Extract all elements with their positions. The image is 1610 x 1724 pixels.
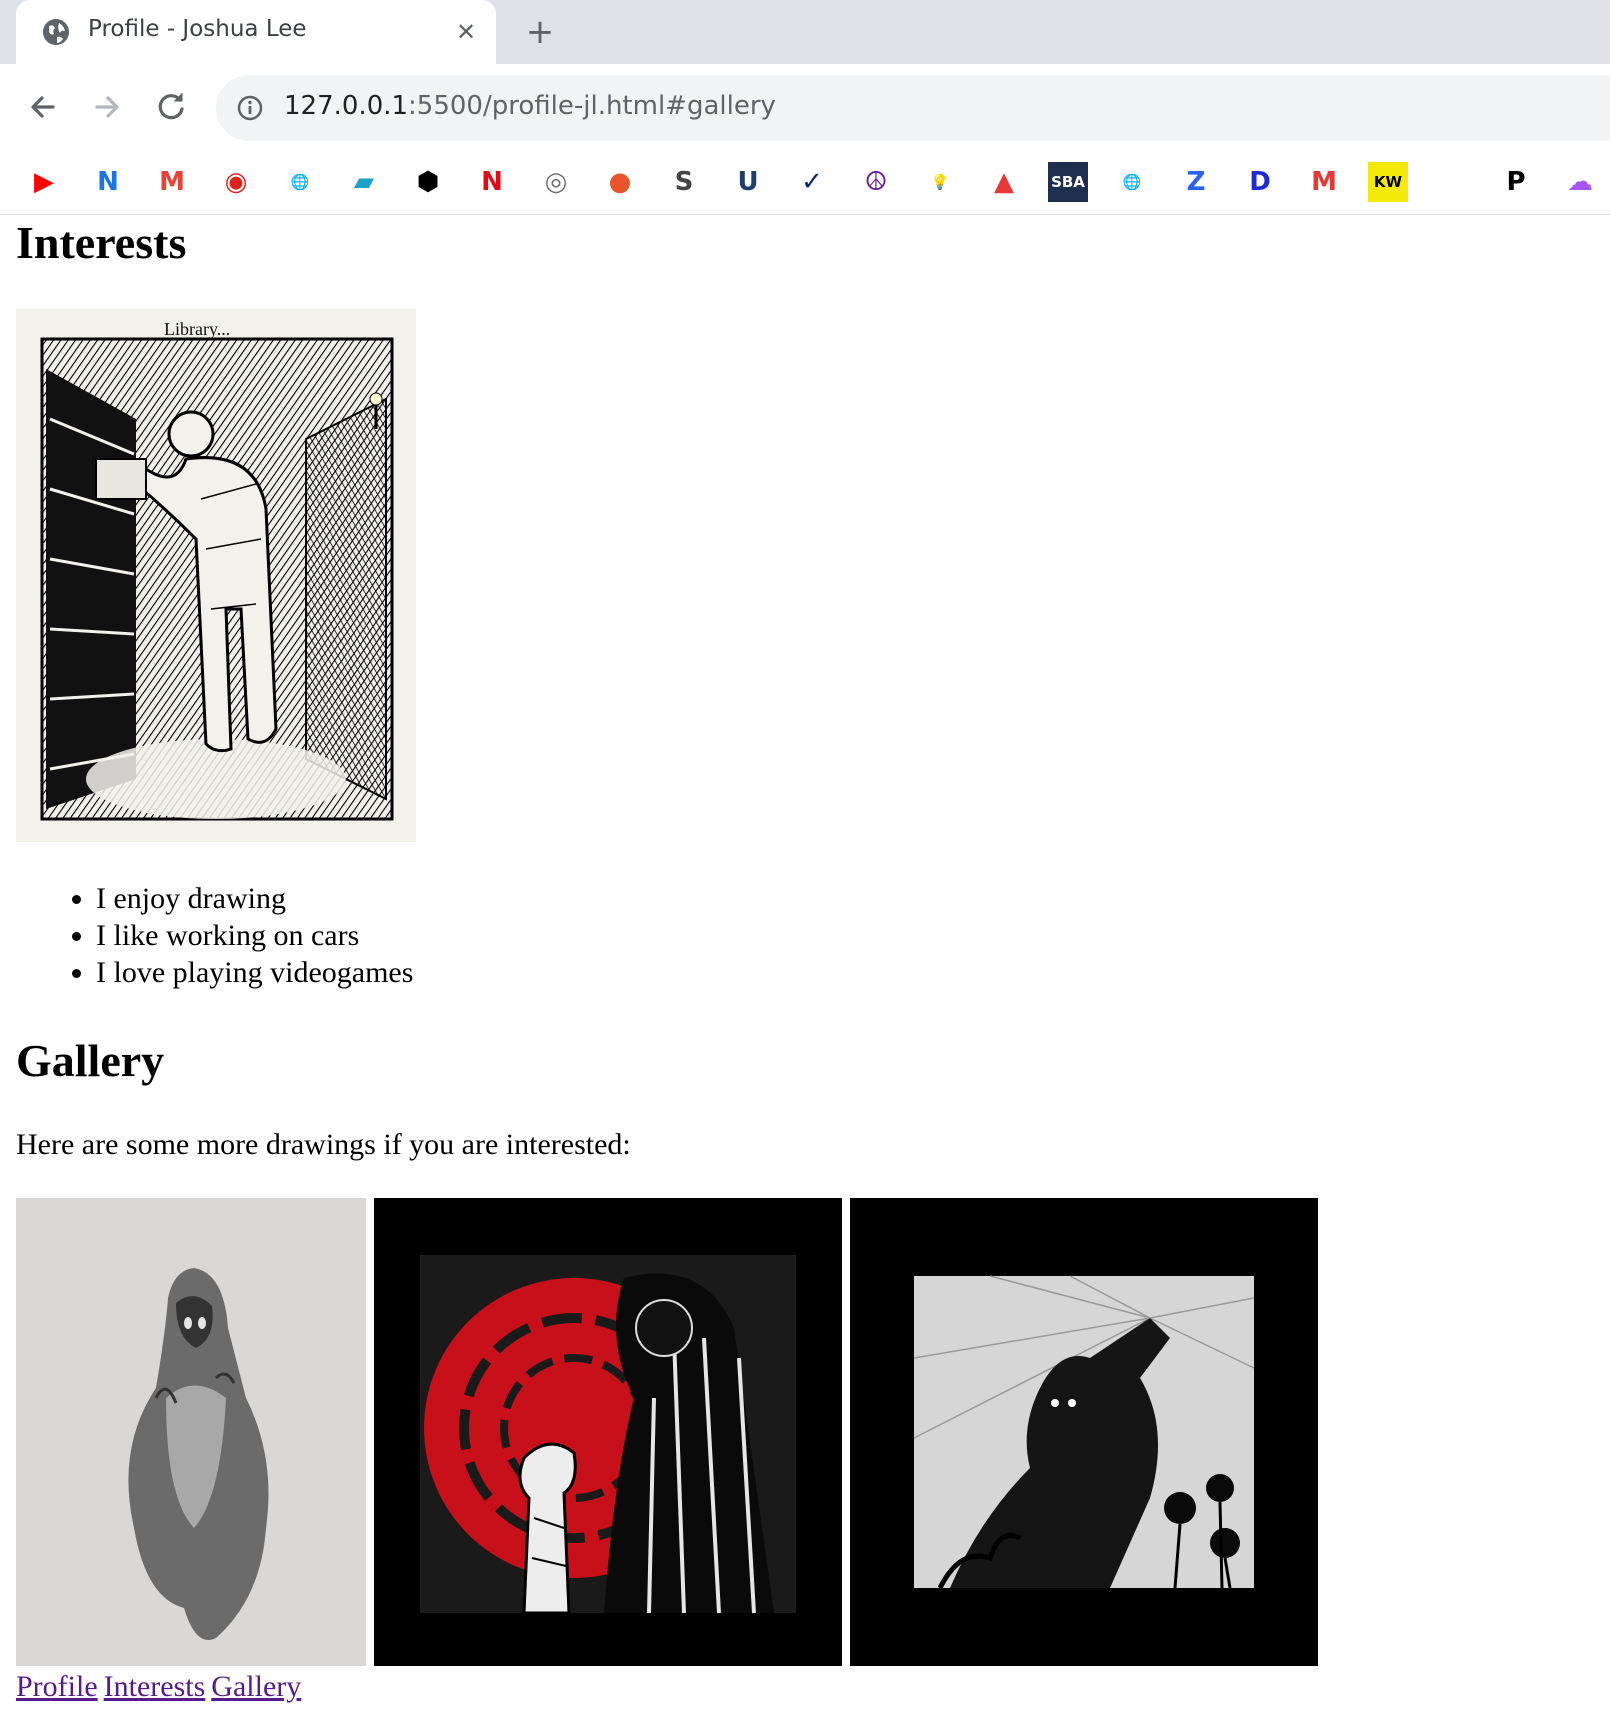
- address-bar[interactable]: 127.0.0.1:5500/profile-jl.html#gallery: [216, 75, 1610, 141]
- purple-cloud-icon[interactable]: ☁: [1560, 162, 1600, 202]
- reload-icon[interactable]: [148, 84, 194, 130]
- netflix-icon[interactable]: N: [472, 162, 512, 202]
- orange-circle-icon[interactable]: ●: [600, 162, 640, 202]
- gallery-intro-text: Here are some more drawings if you are i…: [16, 1128, 631, 1161]
- globe-icon-2[interactable]: 🌐: [1112, 162, 1152, 202]
- blue-shield-icon[interactable]: U: [728, 162, 768, 202]
- tab-strip: Profile - Joshua Lee ✕ +: [0, 0, 1610, 64]
- gallery-image-hooded-figure: [16, 1198, 366, 1666]
- toolbar: 127.0.0.1:5500/profile-jl.html#gallery: [0, 64, 1610, 150]
- peace-icon[interactable]: ☮: [856, 162, 896, 202]
- footer-nav: Profile Interests Gallery: [16, 1670, 307, 1704]
- tab-title: Profile - Joshua Lee: [88, 16, 307, 42]
- footer-link-profile[interactable]: Profile: [16, 1670, 98, 1703]
- info-icon[interactable]: [236, 94, 264, 122]
- parallelogram-icon[interactable]: ▰: [344, 162, 384, 202]
- black-shield-icon[interactable]: ⬢: [408, 162, 448, 202]
- interests-list: I enjoy drawingI like working on carsI l…: [56, 880, 413, 991]
- tab-profile[interactable]: Profile - Joshua Lee ✕: [16, 0, 496, 64]
- bookmarks-bar: ▶ N M ◉ 🌐 ▰ ⬢ N ◎ ● S U ✓ ☮ 💡 ▲ SBA 🌐 Z D M KW P ☁: [0, 150, 1610, 215]
- globe-icon: [43, 19, 69, 45]
- kw-icon[interactable]: KW: [1368, 162, 1408, 202]
- new-tab-button[interactable]: +: [522, 12, 558, 52]
- url-path: :5500/profile-jl.html#gallery: [408, 91, 776, 121]
- close-icon[interactable]: ✕: [450, 14, 482, 50]
- sba-icon[interactable]: SBA: [1048, 162, 1088, 202]
- library-drawing-art: [40, 337, 394, 821]
- library-drawing: Library...: [16, 309, 416, 842]
- n-icon[interactable]: N: [88, 162, 128, 202]
- disney-icon[interactable]: D: [1240, 162, 1280, 202]
- rising-figure-art: [913, 1275, 1255, 1590]
- gray-circle-icon[interactable]: ◎: [536, 162, 576, 202]
- mp-icon[interactable]: M: [1304, 162, 1344, 202]
- forward-arrow-icon[interactable]: [84, 84, 130, 130]
- interest-item: I like working on cars: [96, 917, 413, 954]
- interest-item: I love playing videogames: [96, 954, 413, 991]
- mountain-icon[interactable]: ▲: [984, 162, 1024, 202]
- browser-chrome: Profile - Joshua Lee ✕ + 127.0.0.1:5500/…: [0, 0, 1610, 215]
- url-host: 127.0.0.1: [284, 91, 409, 121]
- z-icon[interactable]: Z: [1176, 162, 1216, 202]
- gallery-heading: Gallery: [16, 1035, 165, 1086]
- url-text[interactable]: 127.0.0.1:5500/profile-jl.html#gallery: [284, 91, 776, 121]
- interests-heading: Interests: [16, 217, 187, 268]
- footer-link-gallery[interactable]: Gallery: [211, 1670, 301, 1703]
- red-circle-icon[interactable]: ◉: [216, 162, 256, 202]
- footer-link-interests[interactable]: Interests: [104, 1670, 206, 1703]
- hooded-figure-art: [128, 1268, 269, 1640]
- globe-icon[interactable]: 🌐: [280, 162, 320, 202]
- red-drawing-art: [420, 1255, 796, 1615]
- gmail-icon[interactable]: M: [152, 162, 192, 202]
- youtube-icon[interactable]: ▶: [24, 162, 64, 202]
- lightbulb-icon[interactable]: 💡: [920, 162, 960, 202]
- gallery-image-red-drawing: [374, 1198, 842, 1666]
- gallery-image-rising-figure: [850, 1198, 1318, 1666]
- p-icon[interactable]: P: [1496, 162, 1536, 202]
- back-arrow-icon[interactable]: [20, 84, 66, 130]
- interest-item: I enjoy drawing: [96, 880, 413, 917]
- checkmark-box-icon[interactable]: ✓: [792, 162, 832, 202]
- sp-icon[interactable]: S: [664, 162, 704, 202]
